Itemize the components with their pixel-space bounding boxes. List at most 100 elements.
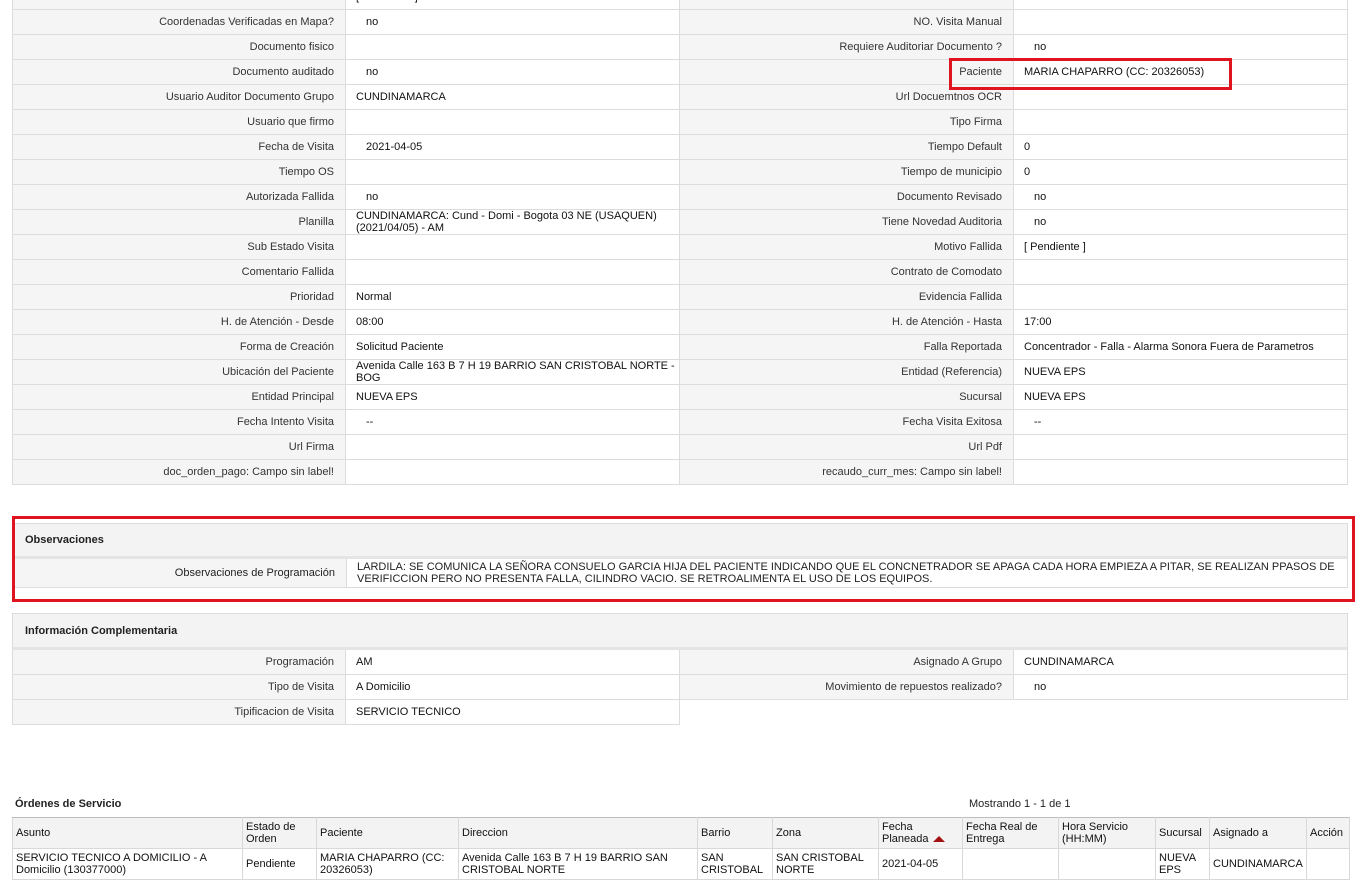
field-value: Concentrador - Falla - Alarma Sonora Fue… <box>1014 335 1348 360</box>
column-header-label: Asignado a <box>1213 827 1269 839</box>
column-header-label: Fecha Planeada <box>882 821 929 845</box>
field-value: NUEVA EPS <box>346 385 680 410</box>
field-label: Documento Revisado <box>680 185 1014 210</box>
field-label-text: Contrato de Comodato <box>890 266 1002 278</box>
field-value-text: no <box>1034 216 1047 228</box>
complementaria-table: Programación AM Asignado A Grupo CUNDINAMAR… <box>12 650 1348 725</box>
column-header-label: Sucursal <box>1159 827 1202 839</box>
field-label-text: Corrección de Dirección <box>885 0 1002 3</box>
column-header[interactable]: Estado de Orden <box>242 817 317 849</box>
field-label-text: Forma de Creación <box>239 341 334 353</box>
detail-row: Fecha de Visita 2021-04-05 Tiempo Default 0 <box>12 135 1348 160</box>
field-label-text: Comentario Fallida <box>241 266 334 278</box>
field-label-text: Url Firma <box>288 441 334 453</box>
field-value-text: -- <box>1034 416 1042 428</box>
sort-ascending-icon[interactable] <box>932 836 945 843</box>
column-header[interactable]: Direccion <box>458 817 698 849</box>
table-cell: 2021-04-05 <box>878 848 963 880</box>
field-label: Usuario Auditor Documento Grupo <box>12 85 346 110</box>
column-header[interactable]: Zona <box>772 817 879 849</box>
complementaria-row: Tipo de Visita A Domicilio Movimiento de r… <box>12 675 1348 700</box>
field-label: Fecha Intento Visita <box>12 410 346 435</box>
orders-table: Asunto Estado de Orden Paciente Direccion Ba… <box>12 817 1350 880</box>
field-label: NO. Visita Manual <box>680 10 1014 35</box>
field-label: doc_orden_pago: Campo sin label! <box>12 460 346 485</box>
field-value-text: no <box>1034 41 1047 53</box>
field-value: -- <box>346 410 680 435</box>
column-header-label: Fecha Real de Entrega <box>966 821 1038 845</box>
complementaria-row: Tipificacion de Visita SERVICIO TECNICO <box>12 700 1348 725</box>
column-header[interactable]: Sucursal <box>1155 817 1210 849</box>
field-value <box>346 435 680 460</box>
field-label: Programación <box>12 650 346 675</box>
field-value-text: NUEVA EPS <box>1024 391 1086 403</box>
field-label: Falla Reportada <box>680 335 1014 360</box>
field-value-text: Avenida Calle 163 B 7 H 19 BARRIO SAN CR… <box>356 360 675 384</box>
column-header[interactable]: Fecha Planeada <box>878 817 963 849</box>
column-header[interactable]: Paciente <box>316 817 459 849</box>
column-header[interactable]: Asunto <box>12 817 243 849</box>
table-row[interactable]: SERVICIO TECNICO A DOMICILIO - A Domicil… <box>12 848 1350 880</box>
column-header[interactable]: Acción <box>1306 817 1350 849</box>
field-value-text: no <box>1034 191 1047 203</box>
orders-title: Órdenes de Servicio <box>15 798 122 810</box>
detail-row: Usuario que firmo Tipo Firma <box>12 110 1348 135</box>
field-label-text: Sub Estado Visita <box>247 241 334 253</box>
field-label: Url Docuemtnos OCR <box>680 85 1014 110</box>
field-label-text: Documento Revisado <box>896 191 1002 203</box>
field-label-text: Coordenadas Verificadas en Mapa? <box>159 16 334 28</box>
field-value: no <box>346 185 680 210</box>
column-header-label: Zona <box>776 827 802 839</box>
field-value: 0 <box>1014 160 1348 185</box>
field-value <box>346 460 680 485</box>
field-label: H. de Atención - Hasta <box>680 310 1014 335</box>
detail-row: Comentario Fallida Contrato de Comodato <box>12 260 1348 285</box>
field-value-text: CUNDINAMARCA <box>1024 656 1114 668</box>
field-value-text: -- <box>366 416 374 428</box>
field-label-text: Url Pdf <box>968 441 1002 453</box>
field-value: no <box>1014 210 1348 235</box>
field-value: no <box>346 10 680 35</box>
field-value: Solicitud Paciente <box>346 335 680 360</box>
field-label: Usuario que firmo <box>12 110 346 135</box>
field-label-text: Asignado A Grupo <box>913 656 1002 668</box>
field-label-text: Programación <box>265 656 334 668</box>
field-label: Movimiento de repuestos realizado? <box>680 675 1014 700</box>
field-value: CUNDINAMARCA <box>346 85 680 110</box>
table-cell: SERVICIO TECNICO A DOMICILIO - A Domicil… <box>12 848 243 880</box>
field-label: Corrección de Dirección <box>680 0 1014 10</box>
field-label-text: Ubicación del Paciente <box>222 366 334 378</box>
field-value-text: 2021-04-05 <box>366 141 423 153</box>
detail-row: Fecha Intento Visita -- Fecha Visita Exito… <box>12 410 1348 435</box>
column-header[interactable]: Hora Servicio (HH:MM) <box>1058 817 1156 849</box>
field-label-text: Entidad (Referencia) <box>901 366 1002 378</box>
field-label-text: Prioridad <box>289 291 334 303</box>
field-label: Tipo Firma <box>680 110 1014 135</box>
column-header[interactable]: Barrio <box>697 817 773 849</box>
visit-detail-table: Toma de Datos GPS [ Pendiente ] Corrección… <box>12 0 1348 485</box>
column-header[interactable]: Asignado a <box>1209 817 1307 849</box>
field-label: Url Firma <box>12 435 346 460</box>
detail-row: Tiempo OS Tiempo de municipio 0 <box>12 160 1348 185</box>
field-label: Ubicación del Paciente <box>12 360 346 385</box>
column-header[interactable]: Fecha Real de Entrega <box>962 817 1059 849</box>
field-label: Tiempo de municipio <box>680 160 1014 185</box>
field-label: Sucursal <box>680 385 1014 410</box>
field-value: AM <box>346 650 680 675</box>
field-label: recaudo_curr_mes: Campo sin label! <box>680 460 1014 485</box>
field-label: Sub Estado Visita <box>12 235 346 260</box>
field-label-text: doc_orden_pago: Campo sin label! <box>163 466 334 478</box>
table-cell <box>1058 848 1156 880</box>
field-label: Motivo Fallida <box>680 235 1014 260</box>
field-label-text: Fecha Intento Visita <box>236 416 334 428</box>
field-label: Contrato de Comodato <box>680 260 1014 285</box>
field-value: no <box>346 60 680 85</box>
field-value-text: 08:00 <box>356 316 384 328</box>
field-label-text: Tiempo de municipio <box>900 166 1002 178</box>
column-header-label: Asunto <box>16 827 51 839</box>
field-value-text: no <box>366 191 379 203</box>
field-label: Prioridad <box>12 285 346 310</box>
field-value: MARIA CHAPARRO (CC: 20326053) <box>1014 60 1348 85</box>
field-value-text: [ Pendiente ] <box>1024 241 1086 253</box>
field-label: Fecha de Visita <box>12 135 346 160</box>
